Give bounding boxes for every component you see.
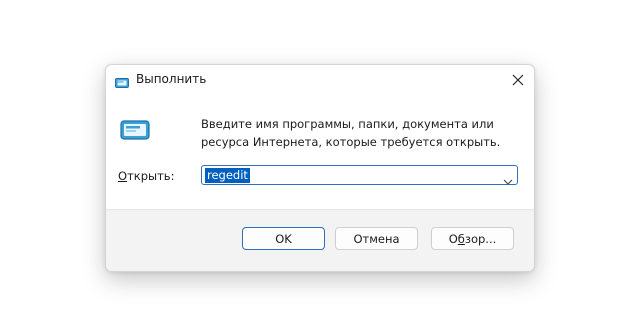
open-input[interactable]: regedit	[205, 168, 250, 183]
ok-button-label: OK	[275, 231, 292, 246]
cancel-button-label: Отмена	[353, 231, 400, 246]
open-label-text: ткрыть:	[127, 169, 175, 183]
run-dialog: Выполнить Введите имя программы, папки,	[105, 64, 535, 272]
cancel-button[interactable]: Отмена	[335, 227, 418, 250]
browse-button-prefix: О	[448, 231, 458, 246]
description-text: Введите имя программы, папки, документа …	[201, 117, 501, 149]
run-icon	[115, 74, 129, 88]
open-combobox[interactable]: regedit	[201, 165, 518, 185]
close-icon	[512, 71, 524, 90]
title-bar[interactable]: Выполнить	[106, 65, 534, 95]
chevron-down-icon[interactable]	[503, 171, 513, 185]
dialog-content: Введите имя программы, папки, документа …	[106, 95, 534, 209]
open-label-accelerator: О	[118, 169, 128, 183]
ok-button[interactable]: OK	[242, 227, 325, 250]
open-label: Открыть:	[118, 169, 174, 183]
desktop-background: Выполнить Введите имя программы, папки,	[0, 0, 625, 332]
browse-button[interactable]: Об зор...	[431, 227, 514, 250]
browse-button-accelerator: б	[457, 231, 465, 246]
browse-button-suffix: зор...	[464, 231, 497, 246]
run-icon	[120, 120, 150, 140]
close-button[interactable]	[502, 65, 534, 95]
window-title: Выполнить	[136, 72, 207, 86]
button-bar: OK Отмена Об зор...	[106, 209, 534, 271]
